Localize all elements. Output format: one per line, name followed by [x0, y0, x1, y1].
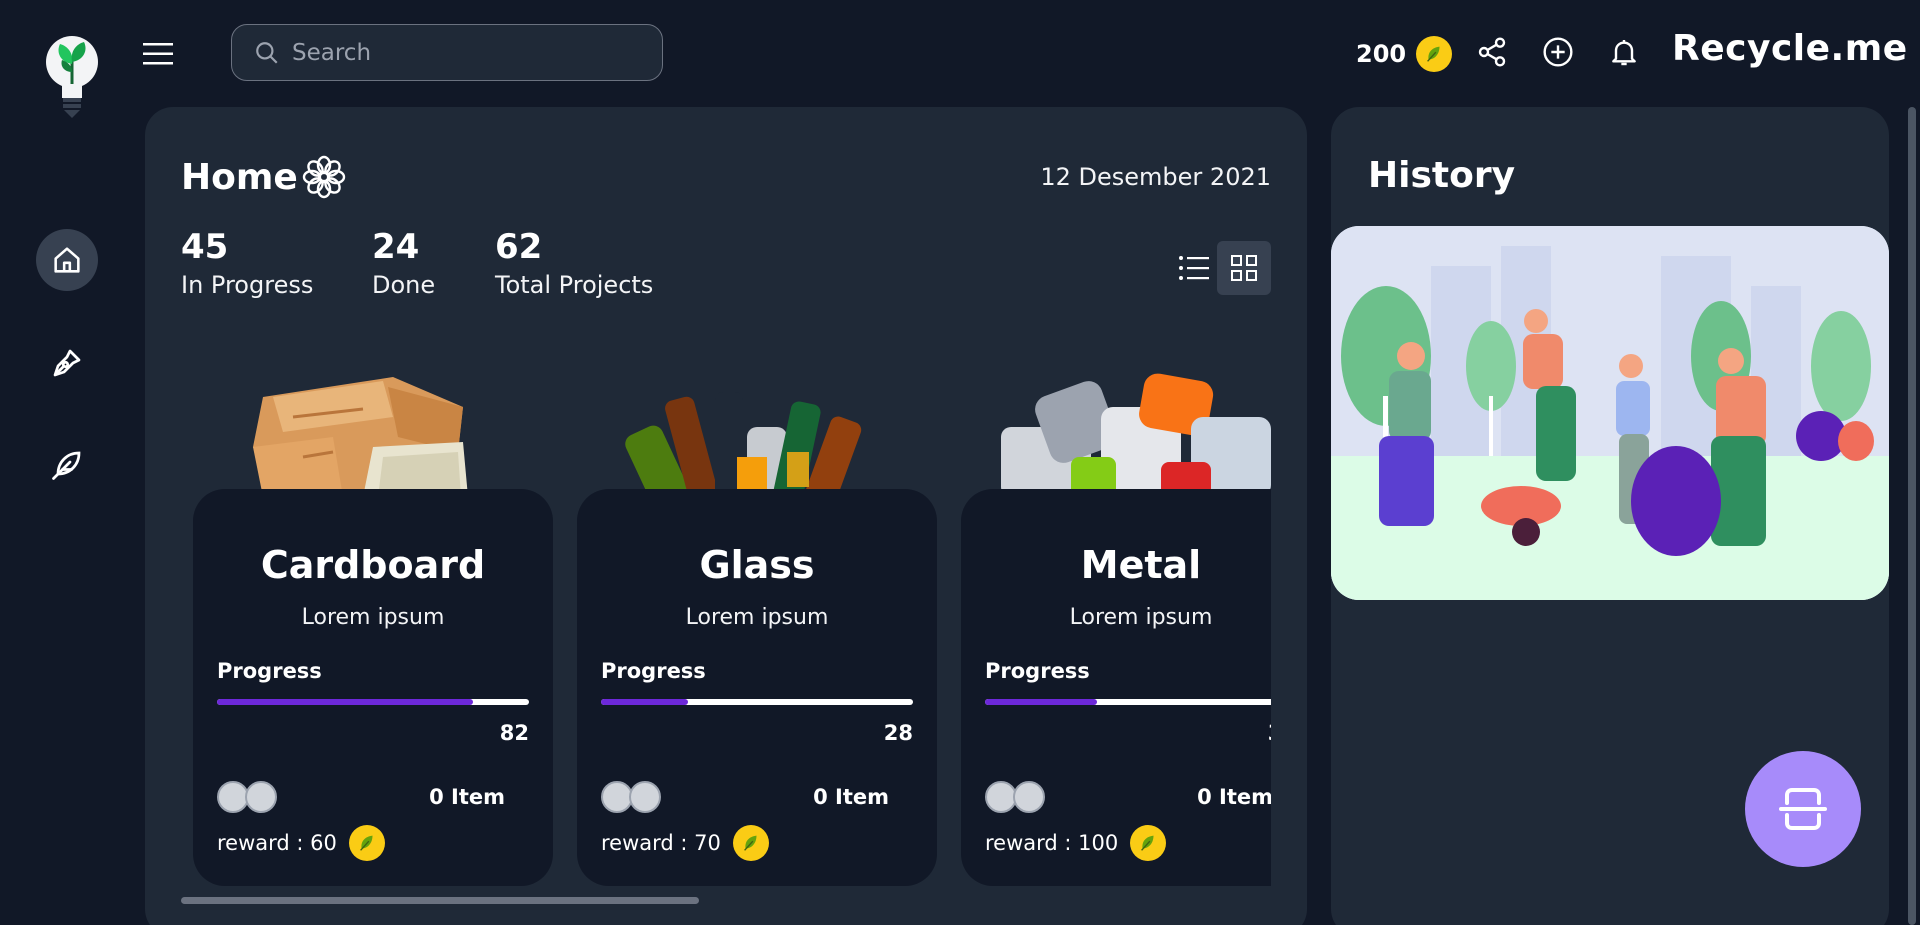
stat-in-progress: 45 In Progress: [181, 227, 313, 299]
avatar-group: [985, 781, 1045, 813]
reward-text: reward : 100: [985, 831, 1119, 855]
search-input[interactable]: [292, 39, 652, 66]
progress-label: Progress: [217, 659, 322, 683]
stat-value: 24: [372, 227, 420, 267]
grid-view-button[interactable]: [1217, 241, 1271, 295]
project-cards: Cardboard Lorem ipsum Progress 82 0 Item…: [181, 357, 1271, 897]
vertical-scrollbar[interactable]: [1908, 107, 1916, 925]
stat-label: In Progress: [181, 271, 314, 299]
card-subtitle: Lorem ipsum: [685, 605, 829, 630]
progress-fill: [601, 699, 689, 705]
nav-feather[interactable]: [36, 434, 98, 496]
project-card-metal[interactable]: Metal Lorem ipsum Progress 36 0 Item rew…: [961, 357, 1271, 897]
logo[interactable]: [44, 34, 100, 120]
progress-fill: [217, 699, 473, 705]
progress-bar: [601, 699, 913, 705]
card-body: Glass Lorem ipsum Progress 28 0 Item rew…: [577, 489, 937, 886]
reward: reward : 70: [601, 825, 769, 861]
project-card-glass[interactable]: Glass Lorem ipsum Progress 28 0 Item rew…: [577, 357, 937, 897]
stat-total-projects: 62 Total Projects: [495, 227, 653, 299]
card-title: Glass: [699, 543, 815, 587]
avatar-group: [601, 781, 661, 813]
history-illustration: [1331, 226, 1889, 600]
reward: reward : 60: [217, 825, 385, 861]
stat-value: 62: [495, 227, 543, 267]
card-title: Metal: [1080, 543, 1202, 587]
avatar: [629, 781, 661, 813]
coin-count: 200: [1356, 40, 1407, 68]
brand-name: Recycle.me: [1672, 28, 1908, 69]
add-button[interactable]: [1540, 34, 1576, 70]
project-card-cardboard[interactable]: Cardboard Lorem ipsum Progress 82 0 Item…: [193, 357, 553, 897]
share-button[interactable]: [1474, 34, 1510, 70]
coin-balance: 200: [1356, 36, 1453, 72]
bell-icon: [1612, 40, 1636, 66]
avatar: [1013, 781, 1045, 813]
pen-icon: [53, 349, 81, 377]
nav-pen[interactable]: [36, 332, 98, 394]
card-subtitle: Lorem ipsum: [301, 605, 445, 630]
stat-value: 45: [181, 227, 229, 267]
current-date: 12 Desember 2021: [1040, 163, 1271, 191]
scan-icon: [1779, 788, 1827, 830]
page-title: Home: [181, 155, 346, 199]
cardboard-illustration: [253, 377, 468, 497]
progress-fill: [985, 699, 1098, 705]
horizontal-scrollbar[interactable]: [181, 897, 699, 904]
avatar-group: [217, 781, 277, 813]
leaf-coin-icon: [1130, 825, 1167, 861]
scan-button[interactable]: [1745, 751, 1861, 867]
grid-view-icon: [1231, 255, 1257, 281]
sidebar: [0, 0, 140, 925]
stat-done: 24 Done: [372, 227, 435, 299]
list-view-button[interactable]: [1167, 241, 1221, 295]
reward-text: reward : 70: [601, 831, 721, 855]
card-title: Cardboard: [260, 543, 486, 587]
feather-icon: [52, 451, 81, 480]
item-count: 0 Item: [429, 785, 505, 809]
stat-label: Done: [372, 271, 436, 299]
share-icon: [1478, 37, 1506, 67]
card-body: Cardboard Lorem ipsum Progress 82 0 Item…: [193, 489, 553, 886]
progress-value: 36: [1268, 721, 1271, 745]
reward: reward : 100: [985, 825, 1167, 861]
card-body: Metal Lorem ipsum Progress 36 0 Item rew…: [961, 489, 1271, 886]
avatar: [245, 781, 277, 813]
metal-cans-illustration: [1001, 373, 1271, 497]
reward-text: reward : 60: [217, 831, 337, 855]
home-title-text: Home: [181, 156, 298, 198]
nav-home[interactable]: [36, 229, 98, 291]
leaf-coin-icon: [1416, 36, 1453, 72]
home-panel: Home 12 Desember 2021 45 In Progress 24 …: [145, 107, 1307, 925]
list-view-icon: [1179, 256, 1209, 280]
search-box[interactable]: [231, 24, 663, 81]
card-subtitle: Lorem ipsum: [1069, 605, 1213, 630]
hamburger-menu-button[interactable]: [143, 42, 173, 66]
hamburger-menu-icon: [143, 43, 173, 65]
search-icon: [256, 41, 278, 64]
progress-value: 28: [883, 721, 913, 745]
progress-value: 82: [499, 721, 529, 745]
item-count: 0 Item: [1197, 785, 1271, 809]
item-count: 0 Item: [813, 785, 889, 809]
history-title: History: [1368, 155, 1516, 196]
leaf-coin-icon: [732, 825, 769, 861]
glass-bottles-illustration: [625, 392, 862, 497]
progress-bar: [217, 699, 529, 705]
notifications-button[interactable]: [1606, 34, 1642, 70]
progress-label: Progress: [985, 659, 1090, 683]
plus-circle-icon: [1543, 37, 1573, 67]
home-icon: [54, 247, 80, 273]
stat-label: Total Projects: [495, 271, 654, 299]
progress-label: Progress: [601, 659, 706, 683]
leaf-coin-icon: [348, 825, 385, 861]
flower-icon: [302, 155, 345, 199]
progress-bar: [985, 699, 1271, 705]
